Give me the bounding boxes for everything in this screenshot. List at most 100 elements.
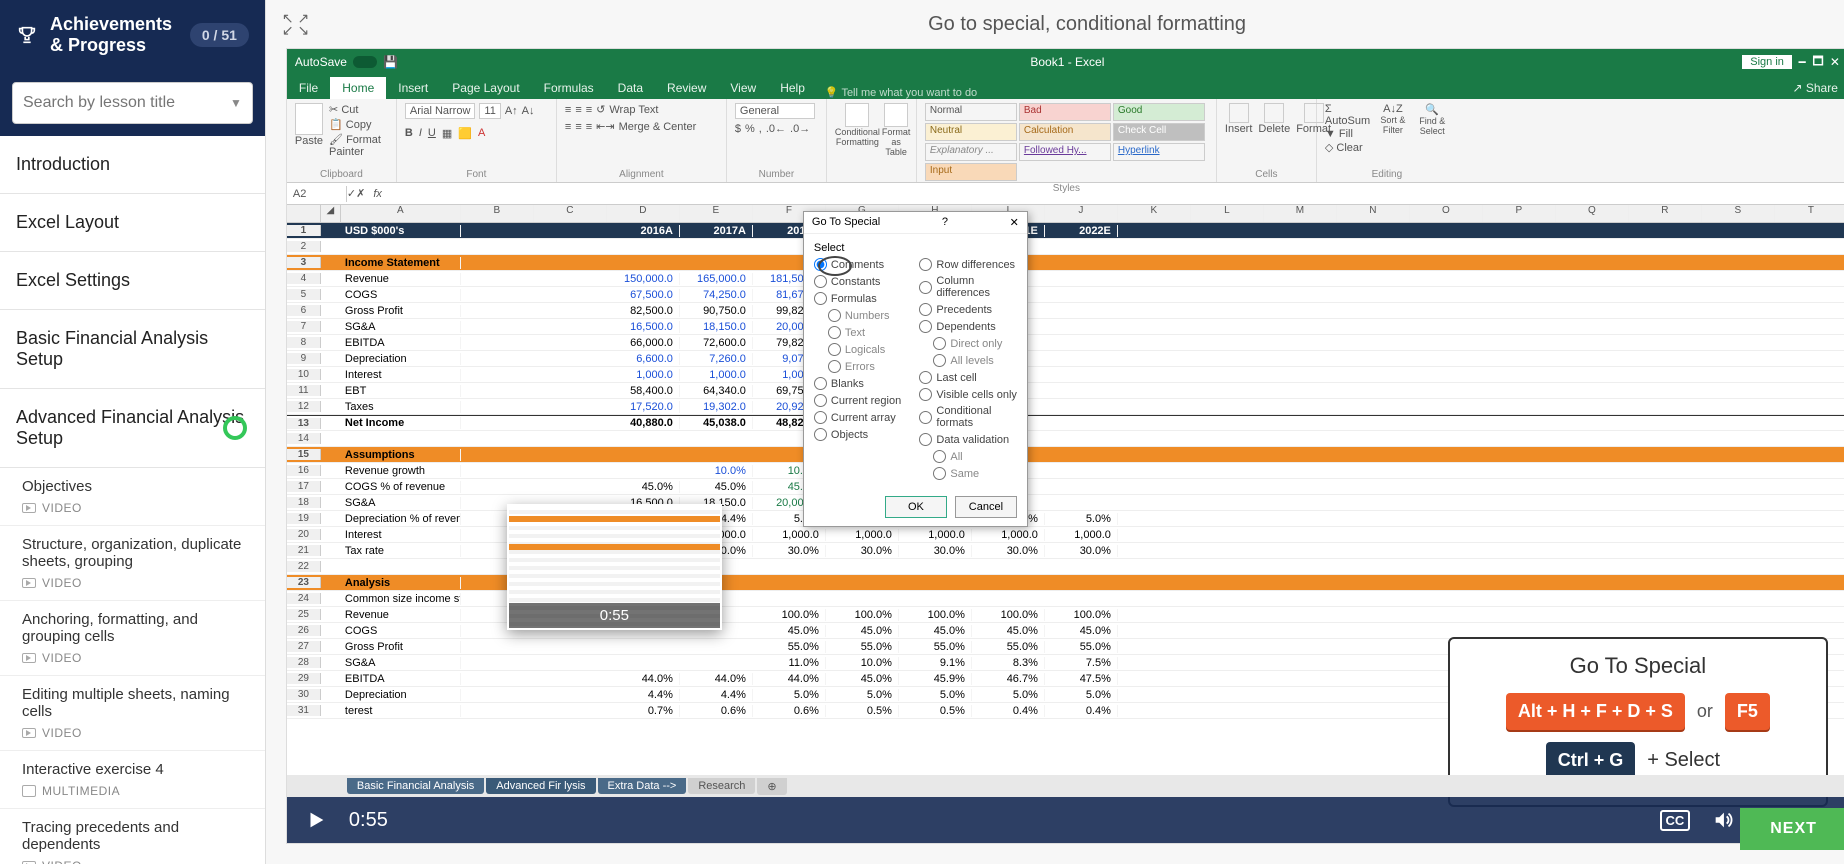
radio-option[interactable]: Conditional formats (919, 405, 1017, 429)
sheet-tab[interactable]: Basic Financial Analysis (347, 778, 484, 794)
tab-data[interactable]: Data (606, 77, 655, 99)
section-introduction[interactable]: Introduction (0, 136, 265, 194)
sheet-tab[interactable]: Research (688, 778, 755, 794)
close-icon[interactable]: ✕ (1830, 55, 1840, 69)
format-as-table[interactable]: Format as Table (882, 103, 911, 157)
radio-option[interactable]: Data validation (919, 433, 1017, 446)
save-icon[interactable]: 💾 (383, 55, 398, 69)
main-header: ↖ ↗↙ ↘ Go to special, conditional format… (266, 0, 1844, 48)
radio-option[interactable]: Same (919, 467, 1017, 480)
search-input-wrap[interactable]: ▼ (12, 82, 253, 124)
format-painter[interactable]: 🖌 Format Painter (329, 133, 388, 158)
maximize-icon[interactable]: 🗖 (1812, 52, 1823, 73)
cancel-button[interactable]: Cancel (955, 496, 1017, 518)
close-icon[interactable]: ✕ (1010, 216, 1019, 229)
new-sheet[interactable]: ⊕ (757, 778, 786, 795)
font-name[interactable]: Arial Narrow (405, 103, 476, 119)
autosum[interactable]: Σ AutoSum (1325, 103, 1370, 127)
section-excel-settings[interactable]: Excel Settings (0, 252, 265, 310)
font-size[interactable]: 11 (479, 103, 500, 119)
find-select[interactable]: 🔍Find & Select (1416, 103, 1449, 136)
section-basic-fin[interactable]: Basic Financial Analysis Setup (0, 310, 265, 389)
tab-insert[interactable]: Insert (386, 77, 440, 99)
border-button[interactable]: ▦ (442, 127, 452, 140)
radio-option[interactable]: Current array (814, 411, 912, 424)
radio-option[interactable]: All levels (919, 354, 1017, 367)
keycap: F5 (1725, 693, 1770, 730)
merge-center[interactable]: Merge & Center (619, 121, 697, 133)
cut-button[interactable]: ✂ Cut (329, 103, 388, 116)
sheet-tab[interactable]: Extra Data --> (598, 778, 687, 794)
lesson-item[interactable]: Anchoring, formatting, and grouping cell… (0, 601, 265, 676)
font-color[interactable]: A (478, 127, 485, 140)
autosave-toggle[interactable] (353, 56, 377, 68)
cell-styles[interactable]: Normal Bad Good Neutral Calculation Chec… (925, 103, 1205, 181)
lesson-item[interactable]: Tracing precedents and dependents VIDEO (0, 809, 265, 864)
name-box[interactable]: A2 (287, 186, 347, 202)
clear[interactable]: ◇ Clear (1325, 141, 1370, 154)
lesson-item[interactable]: Editing multiple sheets, naming cells VI… (0, 676, 265, 751)
radio-option[interactable]: Constants (814, 275, 912, 288)
sheet-tabs: Basic Financial Analysis Advanced Fir ly… (287, 775, 1844, 797)
video-wrap: AutoSave 💾 Book1 - Excel Sign in 🗕 🗖 ✕ F… (266, 48, 1844, 864)
expand-icon[interactable]: ↖ ↗↙ ↘ (282, 13, 309, 35)
copy-button[interactable]: 📋 Copy (329, 118, 388, 131)
radio-option[interactable]: Objects (814, 428, 912, 441)
radio-option[interactable]: Text (814, 326, 912, 339)
radio-option[interactable]: Numbers (814, 309, 912, 322)
tab-formulas[interactable]: Formulas (532, 77, 606, 99)
lesson-item[interactable]: Objectives VIDEO (0, 468, 265, 526)
wrap-text[interactable]: Wrap Text (609, 104, 658, 116)
tab-view[interactable]: View (718, 77, 768, 99)
radio-option[interactable]: Logicals (814, 343, 912, 356)
next-button[interactable]: NEXT (1740, 808, 1844, 850)
radio-option[interactable]: Precedents (919, 303, 1017, 316)
share-button[interactable]: ↗ Share (1782, 77, 1844, 99)
ok-button[interactable]: OK (885, 496, 947, 518)
sidebar-scroll[interactable]: Introduction Excel Layout Excel Settings… (0, 136, 265, 864)
section-advanced-fin[interactable]: Advanced Financial Analysis Setup (0, 389, 265, 468)
lesson-item[interactable]: Interactive exercise 4 MULTIMEDIA (0, 751, 265, 809)
bold-button[interactable]: B (405, 127, 413, 140)
sort-filter[interactable]: A↓ZSort & Filter (1378, 103, 1408, 135)
volume-button[interactable] (1708, 805, 1738, 835)
section-excel-layout[interactable]: Excel Layout (0, 194, 265, 252)
insert-cells[interactable]: Insert (1225, 103, 1253, 135)
tab-file[interactable]: File (287, 77, 330, 99)
signin-button[interactable]: Sign in (1742, 55, 1792, 69)
paste-icon[interactable] (295, 103, 323, 135)
sidebar-title: Achievements & Progress (50, 14, 178, 56)
fill[interactable]: ▼ Fill (1325, 128, 1370, 140)
tab-home[interactable]: Home (330, 77, 386, 99)
minimize-icon[interactable]: 🗕 (1798, 52, 1807, 73)
italic-button[interactable]: I (419, 127, 422, 140)
number-format[interactable]: General (735, 103, 815, 119)
radio-option[interactable]: Blanks (814, 377, 912, 390)
main: ↖ ↗↙ ↘ Go to special, conditional format… (266, 0, 1844, 864)
radio-option[interactable]: Formulas (814, 292, 912, 305)
fill-color[interactable]: 🟨 (458, 127, 472, 140)
radio-option[interactable]: Direct only (919, 337, 1017, 350)
radio-option[interactable]: Current region (814, 394, 912, 407)
conditional-formatting[interactable]: Conditional Formatting (835, 103, 880, 147)
play-button[interactable] (301, 805, 331, 835)
radio-option[interactable]: Column differences (919, 275, 1017, 299)
radio-option[interactable]: Last cell (919, 371, 1017, 384)
radio-option[interactable]: All (919, 450, 1017, 463)
lesson-item[interactable]: Structure, organization, duplicate sheet… (0, 526, 265, 601)
delete-cells[interactable]: Delete (1258, 103, 1290, 135)
underline-button[interactable]: U (428, 127, 436, 140)
tab-page-layout[interactable]: Page Layout (440, 77, 531, 99)
sheet-tab[interactable]: Advanced Fir lysis (486, 778, 595, 794)
cc-button[interactable]: CC (1660, 805, 1690, 835)
fx-icon[interactable]: fx (365, 188, 390, 200)
radio-option[interactable]: Dependents (919, 320, 1017, 333)
search-input[interactable] (23, 94, 230, 112)
tab-review[interactable]: Review (655, 77, 718, 99)
radio-option[interactable]: Row differences (919, 258, 1017, 271)
radio-option[interactable]: Errors (814, 360, 912, 373)
video-frame[interactable]: AutoSave 💾 Book1 - Excel Sign in 🗕 🗖 ✕ F… (286, 48, 1844, 844)
tab-help[interactable]: Help (768, 77, 817, 99)
radio-option[interactable]: Visible cells only (919, 388, 1017, 401)
tell-me[interactable]: 💡 Tell me what you want to do (825, 86, 977, 99)
